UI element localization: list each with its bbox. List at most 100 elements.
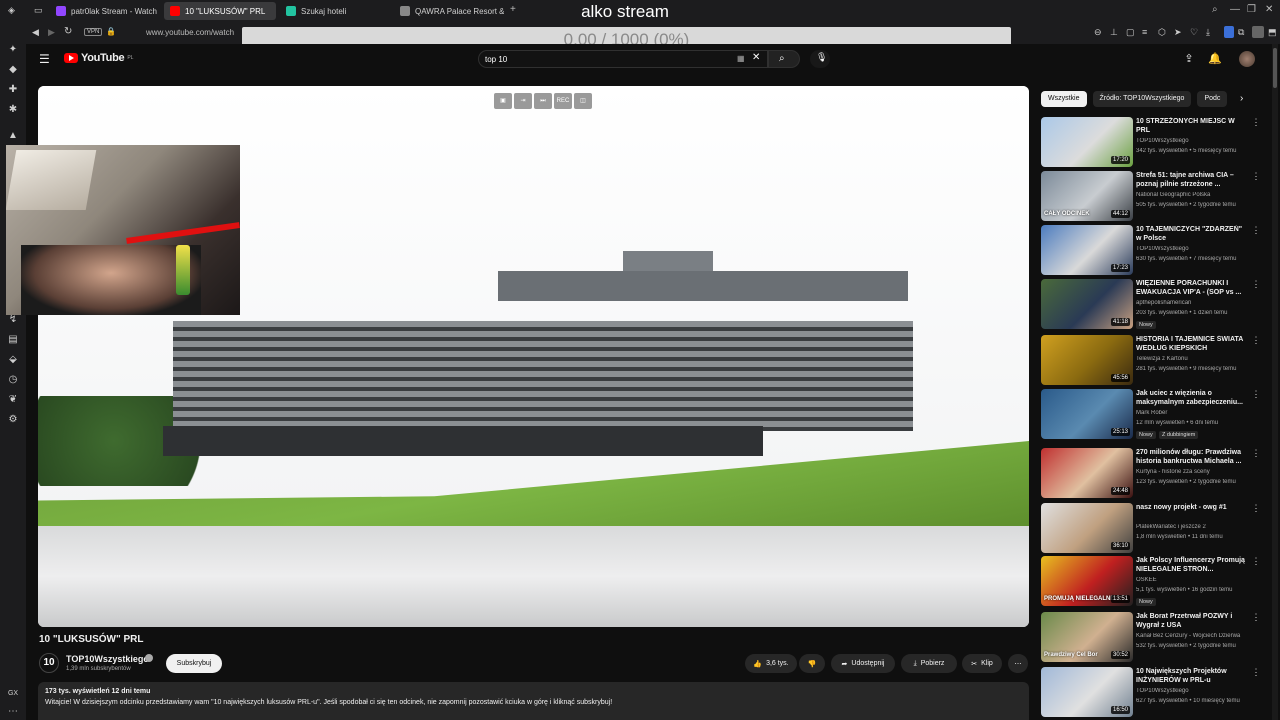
- recommendation-title[interactable]: Jak uciec z więzienia o maksymalnym zabe…: [1136, 389, 1248, 407]
- notifications-icon[interactable]: 🔔: [1208, 52, 1222, 66]
- sidebar-app-icon[interactable]: ❦: [7, 394, 19, 406]
- channel-name[interactable]: TOP10Wszystkiego: [66, 654, 149, 664]
- kebab-menu-icon[interactable]: ⋮: [1251, 556, 1261, 567]
- recommendation-channel[interactable]: TOP10Wszystkiego: [1136, 138, 1256, 144]
- recommendation-item[interactable]: 17:20 10 STRZEŻONYCH MIEJSC W PRL TOP10Wsz…: [1041, 117, 1266, 169]
- search-button[interactable]: ⌕: [768, 50, 800, 68]
- chevron-right-icon[interactable]: ›: [1240, 93, 1243, 104]
- reader-icon[interactable]: ≡: [1142, 27, 1147, 37]
- sidebar-app-icon[interactable]: ⬙: [7, 354, 19, 366]
- search-tabs-icon[interactable]: ⌕: [1212, 4, 1218, 15]
- video-thumbnail[interactable]: Prawdziwy Cel Bor 30:52: [1041, 612, 1133, 662]
- sidebar-app-icon[interactable]: ▲: [7, 130, 19, 142]
- sidebar-app-icon[interactable]: ◆: [7, 64, 19, 76]
- recommendation-channel[interactable]: Kurtyna - historie zza sceny: [1136, 469, 1256, 475]
- video-thumbnail[interactable]: 24:48: [1041, 448, 1133, 498]
- url-field[interactable]: www.youtube.com/watch: [146, 28, 234, 37]
- kebab-menu-icon[interactable]: ⋮: [1251, 448, 1261, 459]
- share-icon[interactable]: ⇥: [514, 93, 532, 109]
- video-thumbnail[interactable]: 17:23: [1041, 225, 1133, 275]
- new-tab-icon[interactable]: +: [510, 4, 516, 15]
- chip-podcasts[interactable]: Podc: [1197, 91, 1228, 107]
- video-thumbnail[interactable]: 41:18: [1041, 279, 1133, 329]
- subscribe-button[interactable]: Subskrybuj: [166, 654, 222, 673]
- tab-qawra-palace[interactable]: QAWRA Palace Resort &: [394, 2, 504, 20]
- tab-youtube-video[interactable]: 10 "LUKSUSÓW" PRL: [164, 2, 276, 20]
- kebab-menu-icon[interactable]: ⋮: [1251, 171, 1261, 182]
- more-icon[interactable]: ⋯: [7, 706, 19, 718]
- recommendation-item[interactable]: 25:13 Jak uciec z więzienia o maksymalnym…: [1041, 389, 1266, 441]
- extension-icon[interactable]: [1224, 26, 1234, 38]
- pin-icon[interactable]: ⊥: [1110, 27, 1118, 38]
- upload-icon[interactable]: ⇪: [1182, 52, 1196, 66]
- recommendation-channel[interactable]: Kanał Bez Cenzury - Wojciech Dzierwa: [1136, 633, 1256, 639]
- recommendation-title[interactable]: 10 STRZEŻONYCH MIEJSC W PRL: [1136, 117, 1248, 135]
- download-button[interactable]: ⤓ Pobierz: [901, 654, 957, 673]
- sidebar-app-icon[interactable]: ↯: [7, 314, 19, 326]
- zoom-icon[interactable]: ⊖: [1094, 27, 1102, 38]
- pip-icon[interactable]: ▣: [494, 93, 512, 109]
- recommendation-item[interactable]: CAŁY ODCINEK 44:12 Strefa 51: tajne archiw…: [1041, 171, 1266, 223]
- download-icon[interactable]: ⤓: [1206, 27, 1210, 38]
- extension-icon[interactable]: ⧉: [1238, 27, 1244, 38]
- recommendation-item[interactable]: 45:56 HISTORIA I TAJEMNICE ŚWIATA WEDŁUG …: [1041, 335, 1266, 387]
- video-thumbnail[interactable]: 45:56: [1041, 335, 1133, 385]
- cast-icon[interactable]: ⬒: [1268, 27, 1277, 38]
- scrollbar-thumb[interactable]: [1273, 48, 1277, 88]
- scrollbar[interactable]: [1272, 44, 1278, 720]
- recommendation-item[interactable]: Prawdziwy Cel Bor 30:52 Jak Borat Przetrwa…: [1041, 612, 1266, 664]
- next-icon[interactable]: ⏭: [534, 93, 552, 109]
- heart-icon[interactable]: ♡: [1190, 27, 1198, 38]
- send-icon[interactable]: ➤: [1174, 27, 1182, 38]
- close-window-icon[interactable]: ✕: [1265, 4, 1273, 15]
- kebab-menu-icon[interactable]: ⋮: [1251, 612, 1261, 623]
- kebab-menu-icon[interactable]: ⋮: [1251, 225, 1261, 236]
- sidebar-app-icon[interactable]: ✦: [7, 44, 19, 56]
- video-thumbnail[interactable]: 17:20: [1041, 117, 1133, 167]
- like-button[interactable]: 👍 3,6 tys.: [745, 654, 797, 673]
- video-thumbnail[interactable]: 25:13: [1041, 389, 1133, 439]
- video-thumbnail[interactable]: CAŁY ODCINEK 44:12: [1041, 171, 1133, 221]
- recommendation-channel[interactable]: TOP10Wszystkiego: [1136, 246, 1256, 252]
- video-thumbnail[interactable]: 36:10: [1041, 503, 1133, 553]
- kebab-menu-icon[interactable]: ⋮: [1251, 503, 1261, 514]
- share-button[interactable]: ➦ Udostępnij: [831, 654, 895, 673]
- hamburger-menu-icon[interactable]: ☰: [39, 52, 50, 66]
- sidebar-app-icon[interactable]: ✱: [7, 104, 19, 116]
- kebab-menu-icon[interactable]: ⋮: [1251, 389, 1261, 400]
- recommendation-title[interactable]: 10 Największych Projektów INŻYNIERÓW w P…: [1136, 667, 1248, 685]
- maximize-icon[interactable]: ❐: [1247, 4, 1256, 15]
- clip-button[interactable]: ✂ Klip: [962, 654, 1002, 673]
- youtube-logo[interactable]: YouTube PL: [64, 52, 133, 64]
- kebab-menu-icon[interactable]: ⋮: [1251, 335, 1261, 346]
- kebab-menu-icon[interactable]: ⋮: [1251, 667, 1261, 678]
- recommendation-channel[interactable]: OSKEE: [1136, 577, 1256, 583]
- back-icon[interactable]: ◀: [32, 27, 39, 38]
- recommendation-item[interactable]: 17:23 10 TAJEMNICZYCH "ZDARZEŃ" w Polsce T…: [1041, 225, 1266, 277]
- recommendation-channel[interactable]: National Geographic Polska: [1136, 192, 1256, 198]
- recommendation-title[interactable]: 10 TAJEMNICZYCH "ZDARZEŃ" w Polsce: [1136, 225, 1248, 243]
- chip-source[interactable]: Źródło: TOP10Wszystkiego: [1092, 91, 1192, 107]
- recommendation-item[interactable]: 24:48 270 milionów długu: Prawdziwa histo…: [1041, 448, 1266, 500]
- tab-hotels[interactable]: Szukaj hoteli: [280, 2, 390, 20]
- settings-icon[interactable]: ⚙: [7, 414, 19, 426]
- chip-all[interactable]: Wszystkie: [1041, 91, 1087, 107]
- clear-search-icon[interactable]: ✕: [752, 52, 760, 63]
- recommendation-item[interactable]: 16:50 10 Największych Projektów INŻYNIERÓ…: [1041, 667, 1266, 719]
- voice-search-button[interactable]: 🎙: [810, 50, 830, 68]
- forward-icon[interactable]: ▶: [48, 27, 55, 38]
- browser-menu-icon[interactable]: ◈: [8, 5, 15, 16]
- video-thumbnail[interactable]: PROMUJĄ NIELEGALNE 13:51: [1041, 556, 1133, 606]
- recommendation-title[interactable]: 270 milionów długu: Prawdziwa historia b…: [1136, 448, 1248, 466]
- recommendation-item[interactable]: 36:10 nasz nowy projekt - owg #1 PlatekWar…: [1041, 503, 1266, 555]
- recommendation-title[interactable]: Jak Polscy Influencerzy Promują NIELEGAL…: [1136, 556, 1248, 574]
- cube-icon[interactable]: ⬡: [1158, 27, 1166, 38]
- channel-avatar[interactable]: 10: [39, 653, 59, 673]
- lock-icon[interactable]: 🔒: [106, 27, 116, 36]
- dislike-button[interactable]: 👎: [799, 654, 825, 673]
- tab-twitch-stream[interactable]: patr0lak Stream - Watch: [50, 2, 162, 20]
- recommendation-item[interactable]: PROMUJĄ NIELEGALNE 13:51 Jak Polscy Influe…: [1041, 556, 1266, 608]
- recommendation-title[interactable]: HISTORIA I TAJEMNICE ŚWIATA WEDŁUG KIEPS…: [1136, 335, 1248, 353]
- recommendation-title[interactable]: Strefa 51: tajne archiwa CIA – poznaj pi…: [1136, 171, 1248, 189]
- recommendation-channel[interactable]: Mark Rober: [1136, 410, 1256, 416]
